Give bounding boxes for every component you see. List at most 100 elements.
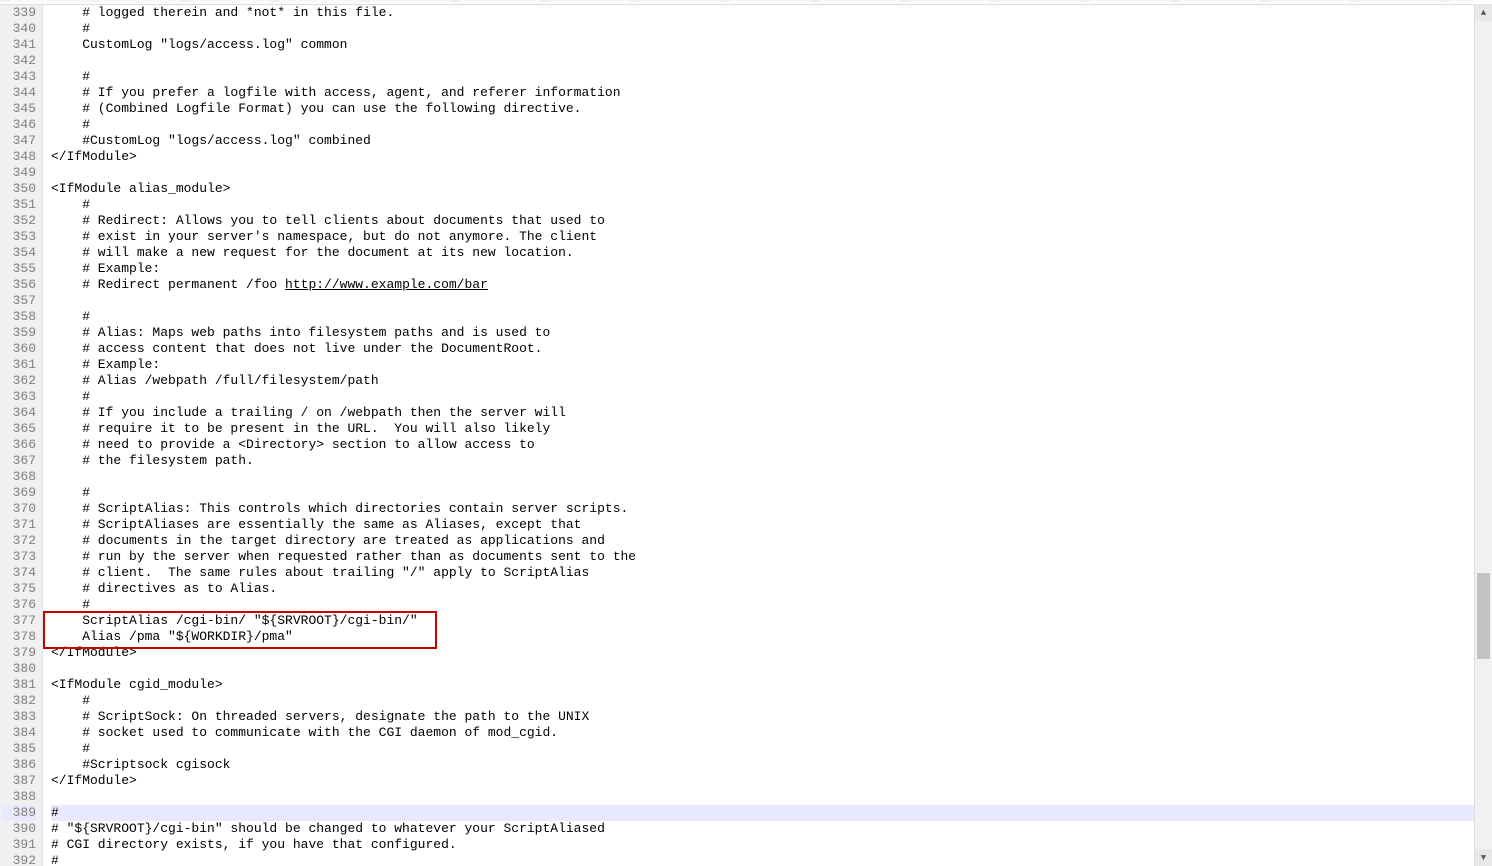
line-number: 383 — [2, 709, 36, 725]
line-number: 371 — [2, 517, 36, 533]
code-line[interactable]: # (Combined Logfile Format) you can use … — [51, 101, 1492, 117]
code-line[interactable]: # — [51, 853, 1492, 866]
code-line[interactable]: # client. The same rules about trailing … — [51, 565, 1492, 581]
code-line[interactable]: #Scriptsock cgisock — [51, 757, 1492, 773]
line-number: 351 — [2, 197, 36, 213]
line-number: 350 — [2, 181, 36, 197]
code-line[interactable]: <IfModule cgid_module> — [51, 677, 1492, 693]
code-line[interactable]: # Example: — [51, 357, 1492, 373]
line-number: 370 — [2, 501, 36, 517]
code-line[interactable]: # Redirect permanent /foo http://www.exa… — [51, 277, 1492, 293]
code-content[interactable]: # logged therein and *not* in this file.… — [43, 5, 1492, 866]
code-line[interactable]: </IfModule> — [51, 149, 1492, 165]
code-line[interactable]: # — [51, 21, 1492, 37]
line-number: 348 — [2, 149, 36, 165]
code-line[interactable] — [51, 469, 1492, 485]
code-line[interactable]: # — [51, 693, 1492, 709]
code-line[interactable]: # socket used to communicate with the CG… — [51, 725, 1492, 741]
code-line[interactable]: # access content that does not live unde… — [51, 341, 1492, 357]
line-number: 352 — [2, 213, 36, 229]
line-number: 355 — [2, 261, 36, 277]
code-line[interactable]: # — [51, 69, 1492, 85]
code-line[interactable]: # the filesystem path. — [51, 453, 1492, 469]
code-line[interactable]: # ScriptAliases are essentially the same… — [51, 517, 1492, 533]
scrollbar-thumb[interactable] — [1477, 573, 1490, 659]
line-number: 380 — [2, 661, 36, 677]
line-number: 384 — [2, 725, 36, 741]
code-line[interactable] — [51, 789, 1492, 805]
code-line[interactable]: # Alias /webpath /full/filesystem/path — [51, 373, 1492, 389]
code-line[interactable]: # CGI directory exists, if you have that… — [51, 837, 1492, 853]
line-number: 388 — [2, 789, 36, 805]
code-line[interactable]: # logged therein and *not* in this file. — [51, 5, 1492, 21]
line-number: 368 — [2, 469, 36, 485]
line-number: 360 — [2, 341, 36, 357]
line-number: 364 — [2, 405, 36, 421]
code-line[interactable]: # need to provide a <Directory> section … — [51, 437, 1492, 453]
line-number: 389 — [2, 805, 36, 821]
code-line[interactable]: </IfModule> — [51, 773, 1492, 789]
code-line[interactable]: # — [51, 805, 1492, 821]
editor-area: 3393403413423433443453463473483493503513… — [0, 5, 1492, 866]
code-line[interactable]: # — [51, 117, 1492, 133]
code-line[interactable]: # Example: — [51, 261, 1492, 277]
code-line[interactable]: # documents in the target directory are … — [51, 533, 1492, 549]
line-number: 376 — [2, 597, 36, 613]
line-number: 353 — [2, 229, 36, 245]
line-number: 390 — [2, 821, 36, 837]
code-line[interactable]: # Alias: Maps web paths into filesystem … — [51, 325, 1492, 341]
code-line[interactable]: Alias /pma "${WORKDIR}/pma" — [51, 629, 1492, 645]
code-line[interactable]: </IfModule> — [51, 645, 1492, 661]
code-line[interactable] — [51, 661, 1492, 677]
code-line[interactable]: # — [51, 197, 1492, 213]
line-number: 363 — [2, 389, 36, 405]
line-number: 378 — [2, 629, 36, 645]
line-number: 372 — [2, 533, 36, 549]
code-line[interactable]: # "${SRVROOT}/cgi-bin" should be changed… — [51, 821, 1492, 837]
line-number: 346 — [2, 117, 36, 133]
code-line[interactable]: # ScriptSock: On threaded servers, desig… — [51, 709, 1492, 725]
line-number: 375 — [2, 581, 36, 597]
line-number: 347 — [2, 133, 36, 149]
line-number: 357 — [2, 293, 36, 309]
line-number: 367 — [2, 453, 36, 469]
code-line[interactable]: # — [51, 389, 1492, 405]
code-line[interactable]: # — [51, 485, 1492, 501]
line-number: 374 — [2, 565, 36, 581]
vertical-scrollbar[interactable]: ▲ ▼ — [1474, 4, 1492, 866]
code-line[interactable]: CustomLog "logs/access.log" common — [51, 37, 1492, 53]
code-line[interactable]: # ScriptAlias: This controls which direc… — [51, 501, 1492, 517]
line-number: 345 — [2, 101, 36, 117]
line-number: 377 — [2, 613, 36, 629]
code-line[interactable]: # Redirect: Allows you to tell clients a… — [51, 213, 1492, 229]
scrollbar-up-button[interactable]: ▲ — [1475, 4, 1492, 21]
scrollbar-down-button[interactable]: ▼ — [1475, 849, 1492, 866]
line-number: 382 — [2, 693, 36, 709]
code-line[interactable] — [51, 165, 1492, 181]
code-line[interactable] — [51, 293, 1492, 309]
line-number: 369 — [2, 485, 36, 501]
code-line[interactable] — [51, 53, 1492, 69]
code-line[interactable]: # — [51, 597, 1492, 613]
code-line[interactable]: <IfModule alias_module> — [51, 181, 1492, 197]
code-line[interactable]: # will make a new request for the docume… — [51, 245, 1492, 261]
code-line[interactable]: # If you include a trailing / on /webpat… — [51, 405, 1492, 421]
line-number: 340 — [2, 21, 36, 37]
code-line[interactable]: # run by the server when requested rathe… — [51, 549, 1492, 565]
code-line[interactable]: # directives as to Alias. — [51, 581, 1492, 597]
line-number: 342 — [2, 53, 36, 69]
line-number: 386 — [2, 757, 36, 773]
code-line[interactable]: # — [51, 741, 1492, 757]
line-number-gutter: 3393403413423433443453463473483493503513… — [0, 5, 43, 866]
line-number: 391 — [2, 837, 36, 853]
code-line[interactable]: #CustomLog "logs/access.log" combined — [51, 133, 1492, 149]
line-number: 387 — [2, 773, 36, 789]
code-line[interactable]: # require it to be present in the URL. Y… — [51, 421, 1492, 437]
code-line[interactable]: ScriptAlias /cgi-bin/ "${SRVROOT}/cgi-bi… — [51, 613, 1492, 629]
code-line[interactable]: # — [51, 309, 1492, 325]
url-link[interactable]: http://www.example.com/bar — [285, 277, 488, 292]
line-number: 341 — [2, 37, 36, 53]
line-number: 373 — [2, 549, 36, 565]
code-line[interactable]: # If you prefer a logfile with access, a… — [51, 85, 1492, 101]
code-line[interactable]: # exist in your server's namespace, but … — [51, 229, 1492, 245]
